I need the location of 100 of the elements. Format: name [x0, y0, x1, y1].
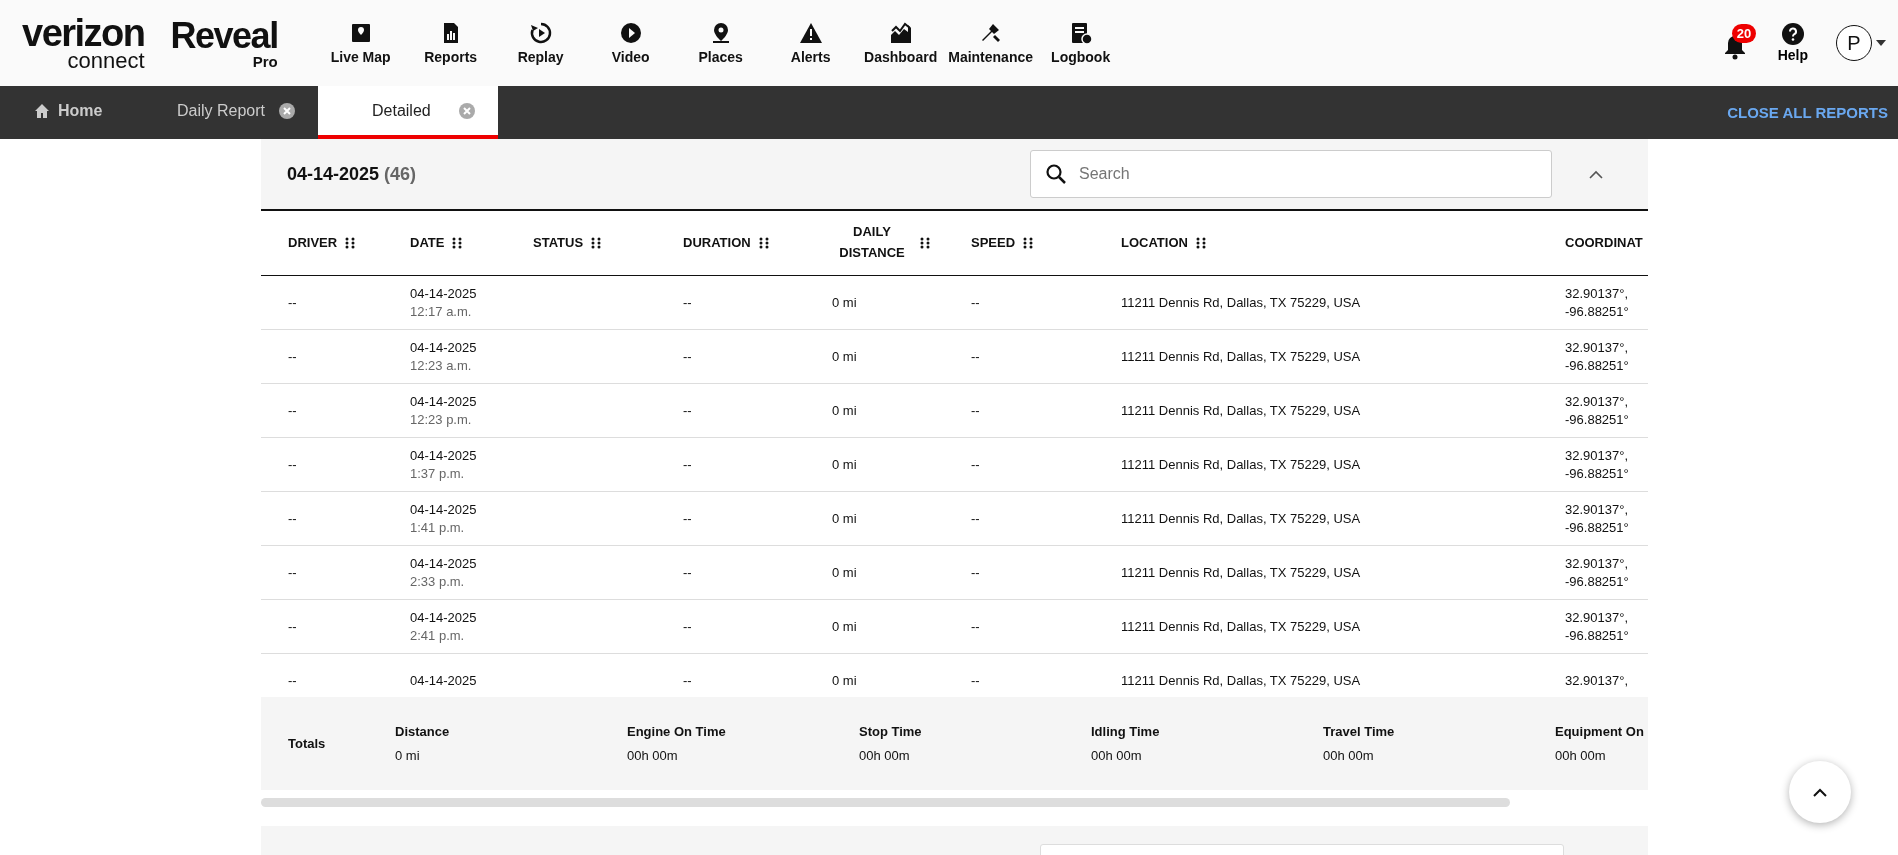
time-cell-text: 1:37 p.m. [410, 466, 466, 481]
scrollbar-thumb[interactable] [261, 797, 1510, 807]
time-cell-text: 1:41 p.m. [410, 520, 466, 535]
duration-cell: -- [683, 457, 692, 472]
duration-cell: -- [683, 349, 692, 364]
longitude-cell-text: -96.88251° [1565, 358, 1630, 373]
distance-cell: 0 mi [832, 349, 857, 364]
location-cell: 11211 Dennis Rd, Dallas, TX 75229, USA [1121, 619, 1361, 634]
duration-cell: -- [683, 294, 692, 310]
time-cell-text: 12:23 a.m. [410, 358, 473, 373]
column-header[interactable]: DRIVER [288, 235, 338, 251]
total-label: Engine On Time [627, 723, 727, 739]
latitude-cell: 32.90137°, [1565, 610, 1629, 625]
brand-logo-text: verizon [22, 14, 145, 52]
duration-cell: -- [683, 673, 692, 688]
date-cell: 04-14-2025 [410, 673, 477, 688]
nav-item[interactable]: Places [675, 21, 766, 65]
longitude-cell-text: -96.88251° [1565, 520, 1630, 535]
nav-item[interactable]: Video [585, 21, 676, 65]
speed-cell: -- [971, 457, 980, 472]
nav-item[interactable]: Logbook [1035, 21, 1126, 65]
driver-cell: -- [288, 673, 297, 688]
column-header[interactable]: DURATION [683, 235, 751, 251]
longitude-cell-text: -96.88251° [1565, 466, 1630, 481]
location-cell: 11211 Dennis Rd, Dallas, TX 75229, USA [1121, 565, 1361, 580]
distance-cell: 0 mi [832, 294, 857, 310]
drag-handle-icon[interactable] [1023, 236, 1034, 249]
distance-cell: 0 mi [832, 565, 857, 580]
help-icon [1781, 23, 1804, 45]
column-header[interactable]: COORDINAT [1565, 235, 1643, 251]
latitude-cell: 32.90137°, [1565, 673, 1629, 688]
drag-handle-icon[interactable] [1195, 236, 1206, 249]
driver-cell: -- [288, 457, 297, 472]
total-label: Equipment On [1555, 723, 1645, 739]
driver-cell: -- [288, 619, 297, 634]
date-cell: 04-14-2025 [410, 394, 477, 409]
alerts-icon [798, 21, 823, 45]
column-header[interactable]: SPEED [971, 235, 1016, 251]
report-date-title: 04-14-2025 (46) [287, 163, 417, 185]
close-icon[interactable] [278, 101, 296, 120]
driver-cell: -- [288, 349, 297, 364]
search-field[interactable]: Search [1030, 150, 1552, 198]
total-value: 00h 00m [859, 747, 911, 763]
notification-count: 20 [1731, 24, 1757, 43]
latitude-cell: 32.90137°, [1565, 502, 1629, 517]
column-header[interactable]: STATUS [533, 235, 584, 251]
chevron-up-icon [1813, 787, 1827, 797]
distance-cell: 0 mi [832, 403, 857, 418]
close-all-reports-link[interactable]: CLOSE ALL REPORTS [1721, 103, 1898, 122]
nav-item[interactable]: Live Map [315, 21, 406, 65]
column-header[interactable]: DAILY DISTANCE [832, 221, 912, 264]
total-label: Distance [395, 723, 451, 739]
total-label: Travel Time [1323, 723, 1396, 739]
total-value: 00h 00m [1091, 747, 1143, 763]
speed-cell: -- [971, 511, 980, 526]
total-value: 0 mi [395, 747, 421, 763]
nav-item[interactable]: Replay [495, 21, 586, 65]
driver-cell: -- [288, 294, 297, 310]
product-name: Reveal [170, 17, 278, 54]
nav-item[interactable]: Maintenance [945, 21, 1036, 65]
drag-handle-icon[interactable] [452, 236, 463, 249]
drag-handle-icon[interactable] [345, 236, 356, 249]
drag-handle-icon[interactable] [920, 236, 930, 249]
home-icon [34, 102, 50, 119]
latitude-cell: 32.90137°, [1565, 448, 1629, 463]
speed-cell: -- [971, 349, 980, 364]
nav-item[interactable]: Dashboard [855, 21, 946, 65]
latitude-cell: 32.90137°, [1565, 340, 1629, 355]
drag-handle-icon[interactable] [758, 236, 769, 249]
report-tab[interactable]: Home [0, 86, 155, 139]
nav-item[interactable]: Reports [405, 21, 496, 65]
total-label: Idling Time [1091, 723, 1161, 739]
duration-cell: -- [683, 511, 692, 526]
caret-icon[interactable] [1876, 40, 1886, 46]
nav-item[interactable]: Alerts [765, 21, 856, 65]
duration-cell: -- [683, 619, 692, 634]
date-cell: 04-14-2025 [410, 502, 477, 517]
video-icon [618, 21, 643, 45]
report-tab[interactable]: Daily Report [155, 86, 318, 139]
total-value: 00h 00m [1323, 747, 1375, 763]
distance-cell: 0 mi [832, 457, 857, 472]
drag-handle-icon[interactable] [591, 236, 602, 249]
latitude-cell: 32.90137°, [1565, 556, 1629, 571]
speed-cell: -- [971, 403, 980, 418]
column-header[interactable]: LOCATION [1121, 235, 1188, 251]
driver-cell: -- [288, 565, 297, 580]
help-button[interactable]: Help [1777, 23, 1808, 63]
total-value: 00h 00m [627, 747, 679, 763]
search-icon [1045, 163, 1067, 185]
duration-cell: -- [683, 403, 692, 418]
location-cell: 11211 Dennis Rd, Dallas, TX 75229, USA [1121, 349, 1361, 364]
report-tab[interactable]: Detailed [318, 86, 498, 139]
user-avatar[interactable]: P [1836, 25, 1872, 61]
longitude-cell-text: -96.88251° [1565, 303, 1630, 319]
column-header[interactable]: DATE [410, 235, 445, 251]
speed-cell: -- [971, 565, 980, 580]
date-cell: 04-14-2025 [410, 610, 477, 625]
time-cell-text: 12:23 p.m. [410, 412, 473, 427]
dashboard-icon [888, 21, 913, 45]
speed-cell: -- [971, 294, 980, 310]
